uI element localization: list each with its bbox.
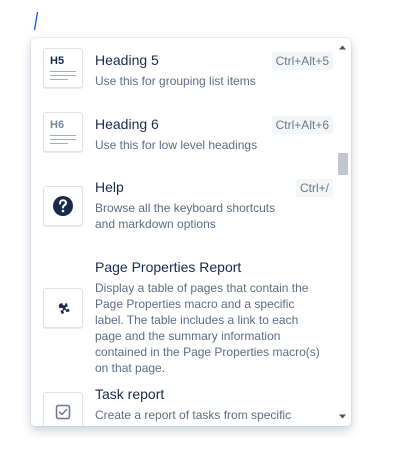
menu-item-title: Heading 5 [95, 52, 159, 68]
scroll-down-arrow-icon[interactable] [338, 412, 347, 421]
menu-item-heading-6[interactable]: H6 Heading 6 Use this for low level head… [31, 110, 333, 160]
keyboard-shortcut: Ctrl+Alt+5 [271, 52, 333, 70]
menu-item-title: Heading 6 [95, 116, 159, 132]
menu-item-description: Display a table of pages that contain th… [95, 281, 320, 375]
question-icon [43, 186, 83, 226]
menu-item-description: Use this for grouping list items [95, 74, 256, 88]
menu-item-task-report[interactable]: Task report Create a report of tasks fro… [31, 380, 333, 426]
menu-item-page-properties-report[interactable]: Page Properties Report Display a table o… [31, 252, 333, 375]
keyboard-shortcut: Ctrl+Alt+6 [271, 116, 333, 134]
menu-item-title: Task report [95, 386, 165, 402]
menu-item-heading-5[interactable]: H5 Heading 5 Use this for grouping list … [31, 46, 333, 96]
heading-6-icon: H6 [43, 112, 83, 152]
menu-item-title: Help [95, 179, 124, 195]
menu-item-title: Page Properties Report [95, 259, 242, 275]
checkbox-icon [43, 392, 83, 426]
command-list: H5 Heading 5 Use this for grouping list … [31, 38, 333, 426]
menu-item-help[interactable]: Help Browse all the keyboard shortcuts a… [31, 172, 333, 238]
text-cursor [33, 11, 39, 31]
heading-5-icon: H5 [43, 48, 83, 88]
scrollbar-thumb[interactable] [338, 153, 348, 175]
scrollbar[interactable] [334, 38, 351, 426]
slash-command-menu: H5 Heading 5 Use this for grouping list … [31, 38, 351, 426]
menu-item-description: Use this for low level headings [95, 138, 258, 152]
scroll-up-arrow-icon[interactable] [338, 43, 347, 52]
keyboard-shortcut: Ctrl+/ [295, 179, 333, 197]
menu-item-description: Create a report of tasks from specific [95, 408, 292, 422]
puzzle-icon [43, 288, 83, 328]
menu-item-description: Browse all the keyboard shortcuts and ma… [95, 201, 276, 231]
